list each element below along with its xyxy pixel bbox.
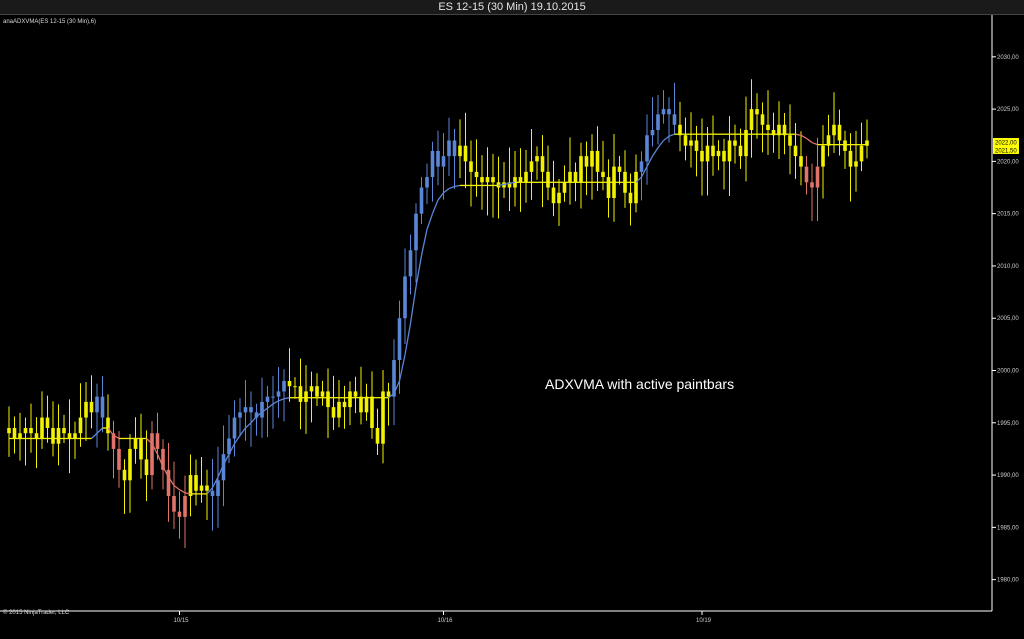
price-marker-upper-text: 2022,00 — [995, 141, 1017, 147]
y-tick-label: 2025,00 — [997, 107, 1019, 113]
y-tick-label: 1990,00 — [997, 473, 1019, 479]
indicator-label: anaADXVMA(ES 12-15 (30 Min),6) — [3, 19, 96, 25]
price-marker-lower: 2021,50 — [993, 146, 1019, 155]
price-chart[interactable]: anaADXVMA(ES 12-15 (30 Min),6) 1980,00 19… — [0, 15, 1024, 639]
y-tick-label: 2005,00 — [997, 316, 1019, 322]
copyright-text: © 2015 NinjaTrader, LLC — [3, 609, 70, 616]
y-tick-label: 2020,00 — [997, 159, 1019, 165]
price-marker-upper: 2022,00 — [993, 138, 1019, 147]
y-tick-label: 1995,00 — [997, 421, 1019, 427]
x-tick-label: 10/19 — [696, 618, 712, 624]
chart-annotation: ADXVMA with active paintbars — [545, 376, 734, 392]
window-title: ES 12-15 (30 Min) 19.10.2015 — [0, 0, 1024, 15]
x-tick-label: 10/15 — [174, 618, 190, 624]
price-marker-lower-text: 2021,50 — [995, 149, 1017, 155]
y-tick-label: 2010,00 — [997, 264, 1019, 270]
y-tick-label: 2015,00 — [997, 212, 1019, 218]
x-tick-label: 10/16 — [438, 618, 454, 624]
y-tick-label: 2030,00 — [997, 55, 1019, 61]
y-tick-label: 2000,00 — [997, 369, 1019, 375]
y-tick-label: 1985,00 — [997, 525, 1019, 531]
chart-background — [0, 15, 1024, 639]
y-tick-label: 1980,00 — [997, 578, 1019, 584]
